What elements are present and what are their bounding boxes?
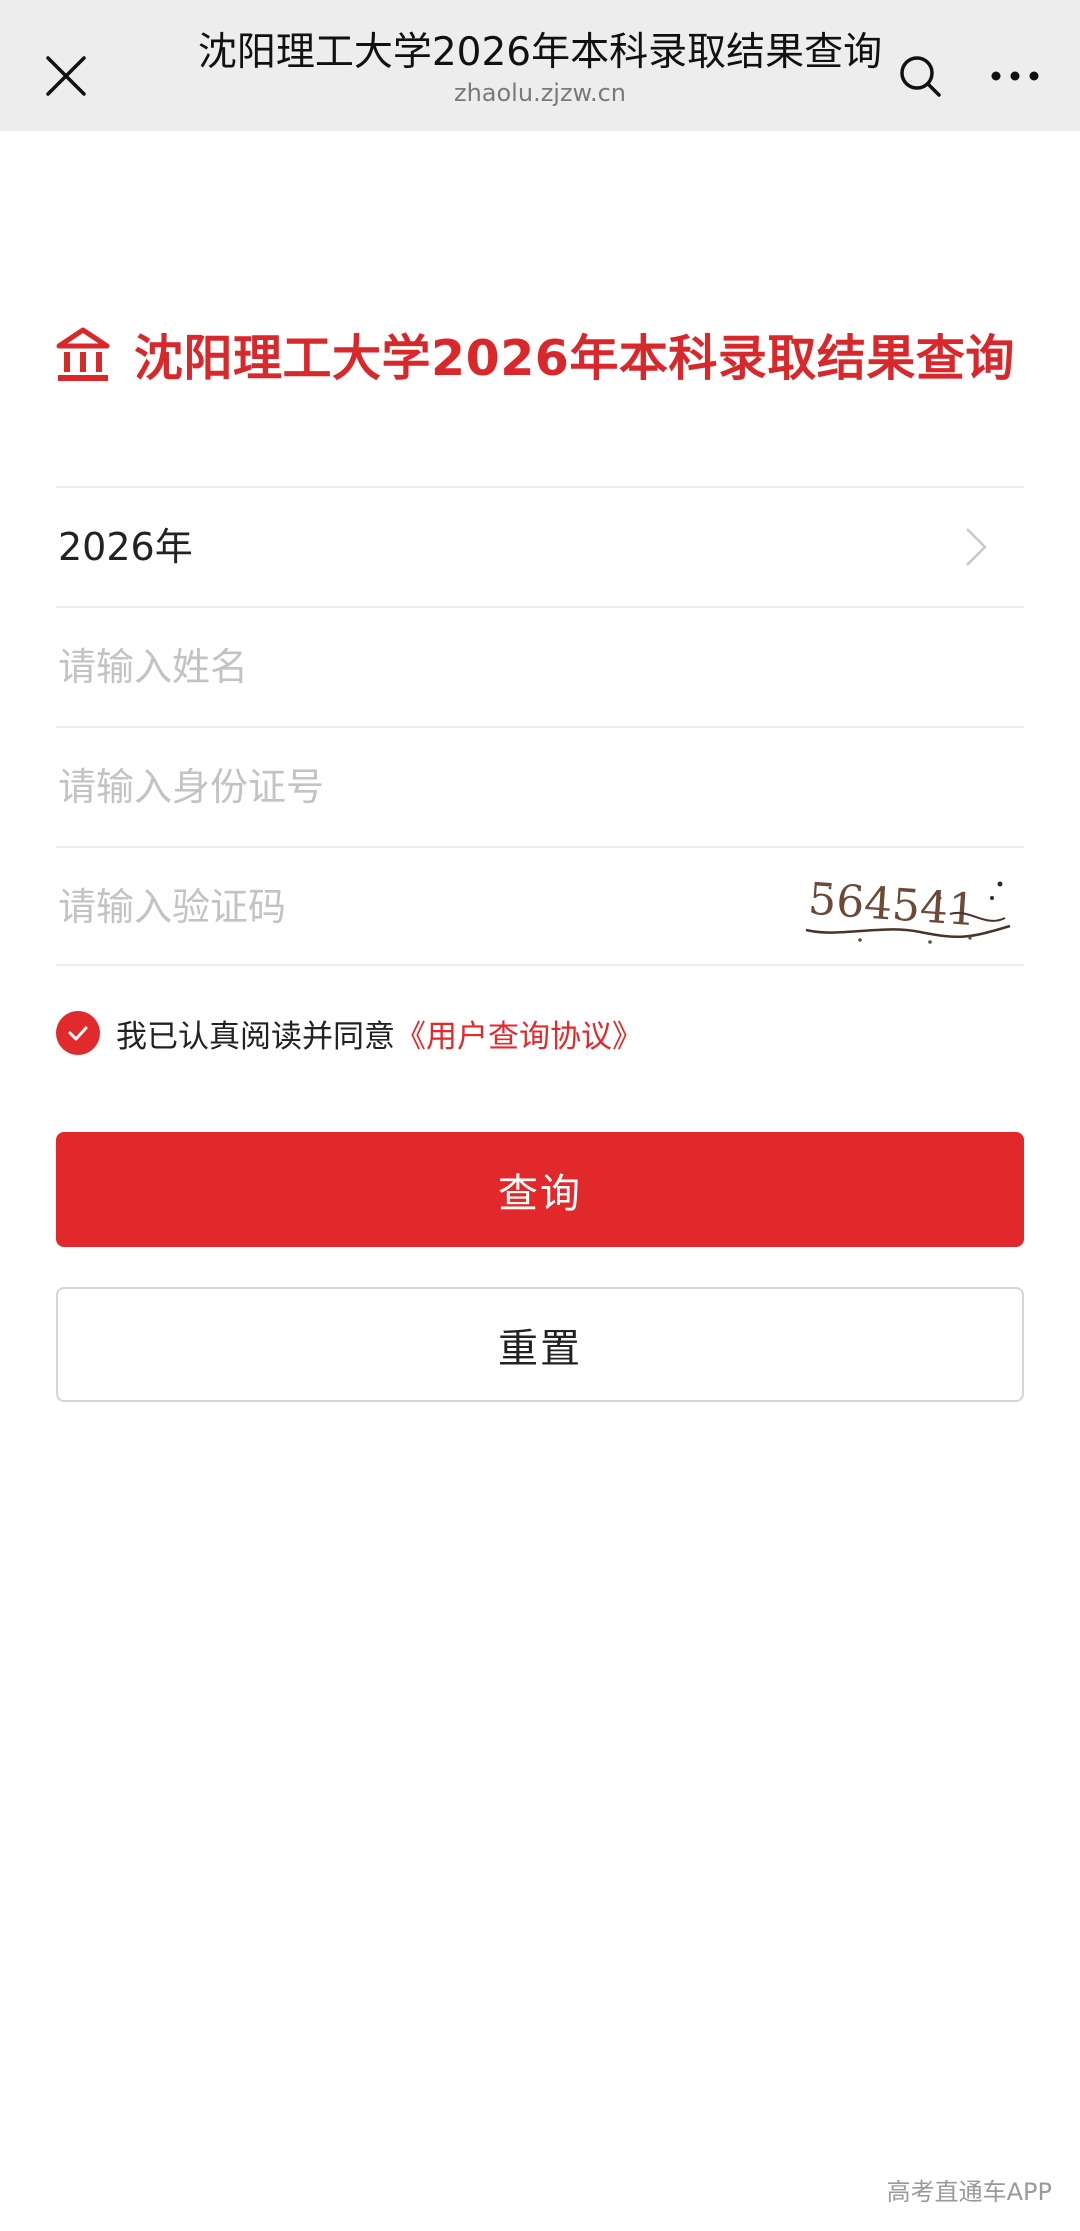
chevron-right-icon bbox=[966, 528, 987, 566]
captcha-input[interactable]: 请输入验证码 564541 bbox=[56, 846, 1024, 966]
id-number-input[interactable]: 请输入身份证号 bbox=[56, 726, 1024, 846]
captcha-placeholder: 请输入验证码 bbox=[58, 885, 287, 929]
more-icon[interactable] bbox=[988, 56, 1042, 96]
checkmark-icon bbox=[68, 1026, 88, 1041]
browser-domain: zhaolu.zjzw.cn bbox=[453, 79, 627, 107]
close-icon[interactable] bbox=[40, 50, 92, 102]
captcha-image[interactable]: 564541 bbox=[800, 868, 1024, 948]
agreement-link[interactable]: 《用户查询协议》 bbox=[395, 1011, 643, 1056]
watermark: 高考直通车APP bbox=[886, 2178, 1052, 2206]
browser-top-bar: 沈阳理工大学2026年本科录取结果查询 zhaolu.zjzw.cn bbox=[0, 0, 1080, 131]
name-input[interactable]: 请输入姓名 bbox=[56, 606, 1024, 726]
reset-button[interactable]: 重置 bbox=[56, 1287, 1024, 1402]
page-title: 沈阳理工大学2026年本科录取结果查询 bbox=[134, 329, 1015, 387]
agreement-checkbox[interactable] bbox=[56, 1011, 100, 1055]
search-icon[interactable] bbox=[896, 52, 944, 100]
browser-title-block: 沈阳理工大学2026年本科录取结果查询 zhaolu.zjzw.cn bbox=[140, 30, 940, 108]
university-icon bbox=[56, 327, 110, 381]
agreement-row: 我已认真阅读并同意 《用户查询协议》 bbox=[56, 1010, 643, 1056]
id-number-placeholder: 请输入身份证号 bbox=[58, 765, 325, 809]
captcha-code: 564541 bbox=[807, 874, 978, 937]
agreement-text: 我已认真阅读并同意 bbox=[116, 1018, 395, 1055]
page-heading: 沈阳理工大学2026年本科录取结果查询 bbox=[56, 318, 1036, 390]
query-button[interactable]: 查询 bbox=[56, 1132, 1024, 1247]
browser-title: 沈阳理工大学2026年本科录取结果查询 bbox=[197, 30, 883, 75]
year-value: 2026年 bbox=[58, 525, 193, 569]
name-placeholder: 请输入姓名 bbox=[58, 645, 249, 689]
year-select[interactable]: 2026年 bbox=[56, 486, 1024, 606]
